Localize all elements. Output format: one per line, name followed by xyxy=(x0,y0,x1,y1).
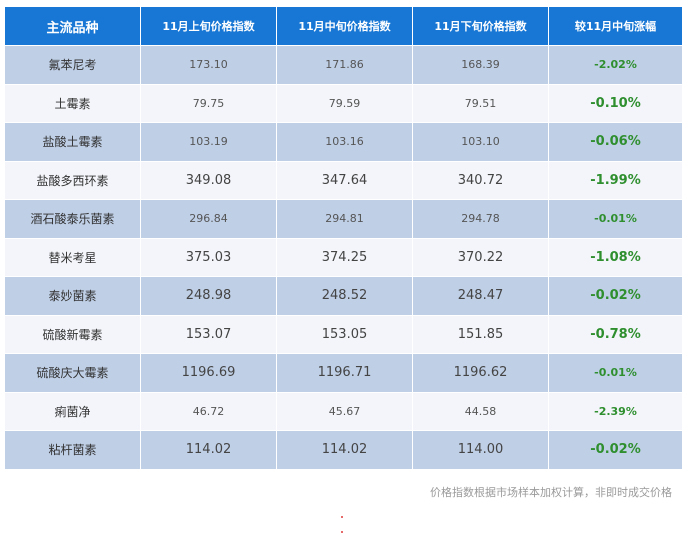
row-change: -2.39% xyxy=(548,391,683,431)
row-change: -0.10% xyxy=(548,83,683,123)
table-row: 替米考星 375.03 374.25 370.22 -1.08% xyxy=(4,237,683,277)
table-row: 酒石酸泰乐菌素 296.84 294.81 294.78 -0.01% xyxy=(4,199,683,239)
row-early-value: 248.98 xyxy=(140,276,277,316)
row-mid-value: 103.16 xyxy=(276,122,413,162)
row-late-value: 1196.62 xyxy=(412,353,549,393)
row-variety: 粘杆菌素 xyxy=(4,430,141,470)
table-row: 硫酸庆大霉素 1196.69 1196.71 1196.62 -0.01% xyxy=(4,353,683,393)
row-change: -0.02% xyxy=(548,276,683,316)
row-change: -0.01% xyxy=(548,353,683,393)
row-early-value: 173.10 xyxy=(140,45,277,85)
row-late-value: 151.85 xyxy=(412,314,549,354)
table-row: 粘杆菌素 114.02 114.02 114.00 -0.02% xyxy=(4,430,683,470)
row-variety: 硫酸庆大霉素 xyxy=(4,353,141,393)
table-row: 硫酸新霉素 153.07 153.05 151.85 -0.78% xyxy=(4,314,683,354)
row-early-value: 296.84 xyxy=(140,199,277,239)
row-mid-value: 153.05 xyxy=(276,314,413,354)
table-row: 泰妙菌素 248.98 248.52 248.47 -0.02% xyxy=(4,276,683,316)
table-row: 痢菌净 46.72 45.67 44.58 -2.39% xyxy=(4,391,683,431)
header-change: 较11月中旬涨幅 xyxy=(548,6,683,46)
table-row: 盐酸土霉素 103.19 103.16 103.10 -0.06% xyxy=(4,122,683,162)
row-mid-value: 79.59 xyxy=(276,83,413,123)
row-variety: 盐酸土霉素 xyxy=(4,122,141,162)
row-late-value: 294.78 xyxy=(412,199,549,239)
price-index-table: 主流品种 11月上旬价格指数 11月中旬价格指数 11月下旬价格指数 较11月中… xyxy=(4,6,683,470)
row-late-value: 168.39 xyxy=(412,45,549,85)
table-row: 盐酸多西环素 349.08 347.64 340.72 -1.99% xyxy=(4,160,683,200)
header-mid-november: 11月中旬价格指数 xyxy=(276,6,413,46)
decorative-dot xyxy=(341,516,343,518)
row-late-value: 44.58 xyxy=(412,391,549,431)
footnote: 价格指数根据市场样本加权计算，非即时成交价格 xyxy=(430,486,672,499)
header-variety: 主流品种 xyxy=(4,6,141,46)
row-early-value: 79.75 xyxy=(140,83,277,123)
row-change: -0.06% xyxy=(548,122,683,162)
row-change: -0.78% xyxy=(548,314,683,354)
row-change: -0.02% xyxy=(548,430,683,470)
table-header-row: 主流品种 11月上旬价格指数 11月中旬价格指数 11月下旬价格指数 较11月中… xyxy=(4,6,683,46)
decorative-dot xyxy=(341,531,343,533)
row-mid-value: 374.25 xyxy=(276,237,413,277)
row-mid-value: 248.52 xyxy=(276,276,413,316)
row-early-value: 114.02 xyxy=(140,430,277,470)
row-early-value: 46.72 xyxy=(140,391,277,431)
header-early-november: 11月上旬价格指数 xyxy=(140,6,277,46)
table-row: 氟苯尼考 173.10 171.86 168.39 -2.02% xyxy=(4,45,683,85)
row-mid-value: 171.86 xyxy=(276,45,413,85)
row-mid-value: 1196.71 xyxy=(276,353,413,393)
row-early-value: 375.03 xyxy=(140,237,277,277)
header-late-november: 11月下旬价格指数 xyxy=(412,6,549,46)
row-mid-value: 45.67 xyxy=(276,391,413,431)
row-variety: 酒石酸泰乐菌素 xyxy=(4,199,141,239)
table-row: 土霉素 79.75 79.59 79.51 -0.10% xyxy=(4,83,683,123)
row-change: -0.01% xyxy=(548,199,683,239)
row-change: -1.99% xyxy=(548,160,683,200)
row-late-value: 340.72 xyxy=(412,160,549,200)
row-variety: 泰妙菌素 xyxy=(4,276,141,316)
row-late-value: 103.10 xyxy=(412,122,549,162)
row-variety: 盐酸多西环素 xyxy=(4,160,141,200)
row-mid-value: 347.64 xyxy=(276,160,413,200)
row-variety: 替米考星 xyxy=(4,237,141,277)
row-mid-value: 294.81 xyxy=(276,199,413,239)
row-change: -1.08% xyxy=(548,237,683,277)
row-variety: 痢菌净 xyxy=(4,391,141,431)
row-variety: 硫酸新霉素 xyxy=(4,314,141,354)
row-late-value: 370.22 xyxy=(412,237,549,277)
row-variety: 土霉素 xyxy=(4,83,141,123)
row-late-value: 114.00 xyxy=(412,430,549,470)
row-late-value: 248.47 xyxy=(412,276,549,316)
row-variety: 氟苯尼考 xyxy=(4,45,141,85)
row-early-value: 1196.69 xyxy=(140,353,277,393)
row-early-value: 153.07 xyxy=(140,314,277,354)
row-change: -2.02% xyxy=(548,45,683,85)
row-mid-value: 114.02 xyxy=(276,430,413,470)
row-late-value: 79.51 xyxy=(412,83,549,123)
row-early-value: 103.19 xyxy=(140,122,277,162)
row-early-value: 349.08 xyxy=(140,160,277,200)
